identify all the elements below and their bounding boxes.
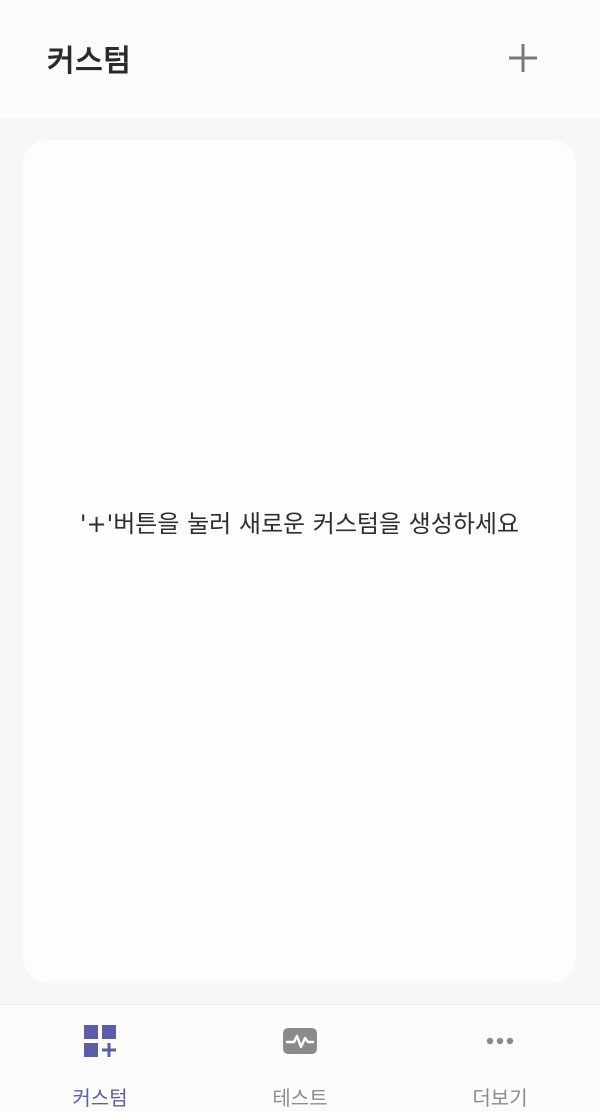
page-title: 커스텀: [47, 44, 132, 79]
app-header: 커스텀: [0, 0, 600, 118]
empty-state-message: '+'버튼을 눌러 새로운 커스텀을 생성하세요: [79, 510, 520, 538]
main-content: '+'버튼을 눌러 새로운 커스텀을 생성하세요: [0, 118, 600, 1004]
plus-icon: [509, 44, 537, 72]
tab-test-label: 테스트: [272, 1086, 328, 1110]
more-dots-icon: [482, 1023, 518, 1059]
empty-state-card: '+'버튼을 눌러 새로운 커스텀을 생성하세요: [23, 140, 576, 982]
pulse-icon: [282, 1023, 318, 1059]
tab-more-label: 더보기: [472, 1086, 528, 1110]
bottom-tab-bar: 커스텀 테스트 더보기: [0, 1004, 600, 1110]
grid-plus-icon: [82, 1023, 118, 1059]
tab-more[interactable]: 더보기: [400, 1005, 600, 1111]
tab-test[interactable]: 테스트: [200, 1005, 400, 1111]
add-button[interactable]: [496, 30, 552, 86]
tab-custom[interactable]: 커스텀: [0, 1005, 200, 1111]
tab-custom-label: 커스텀: [72, 1086, 128, 1110]
